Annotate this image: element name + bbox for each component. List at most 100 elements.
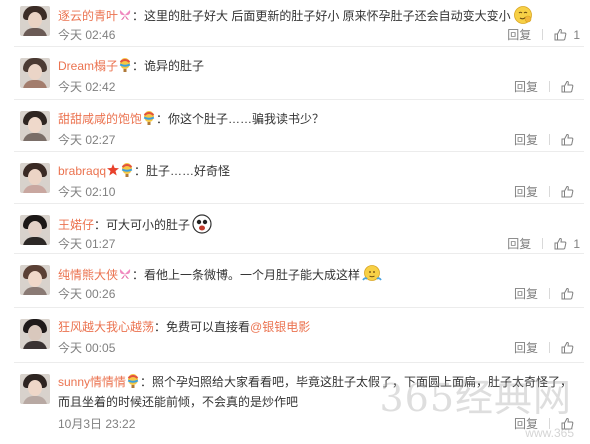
comment-item: brabraqq ：肚子……好奇怪今天 02:10 回复 — [0, 155, 590, 207]
comment-divider — [14, 99, 584, 100]
comment-line: 狂风越大我心越荡：免费可以直接看@银银电影 — [58, 318, 580, 336]
username-link[interactable]: 狂风越大我心越荡 — [58, 320, 154, 334]
comment-timestamp: 今天 00:26 — [58, 287, 116, 301]
like-count: 1 — [573, 237, 580, 251]
reply-button[interactable]: 回复 — [514, 340, 538, 356]
mention-link[interactable]: @银银电影 — [250, 320, 310, 334]
comment-item: 纯情熊大侠 ：看他上一条微博。一个月肚子能大成这样今天 00:26 回复 — [0, 257, 590, 311]
avatar[interactable] — [20, 6, 50, 36]
comment-line: 甜甜咸咸的饱饱 ：你这个肚子……骗我读书少？ — [58, 110, 580, 128]
comment-actions: 回复 — [514, 286, 580, 302]
comment-text: ：照个孕妇照给大家看看吧，毕竟这肚子太假了，下面圆上面扁，肚子太奇怪了， — [140, 375, 573, 389]
reply-button[interactable]: 回复 — [507, 236, 531, 252]
comment-divider — [14, 151, 584, 152]
butterfly-badge — [118, 268, 132, 282]
action-divider — [549, 342, 550, 353]
username-link[interactable]: 王婼仔 — [58, 218, 94, 232]
username-link[interactable]: Dream榻子 — [58, 59, 118, 73]
comment-text-continued: 而且坐着的时候还能前倾，不会真的是炒作吧 — [58, 395, 299, 409]
comment-timestamp: 今天 01:27 — [58, 237, 116, 251]
comment-text: ：这里的肚子好大 后面更新的肚子好小 原来怀孕肚子还会自动变大变小 — [132, 9, 511, 23]
like-button[interactable] — [561, 286, 580, 302]
comment-text: ：看他上一条微博。一个月肚子能大成这样 — [132, 268, 361, 282]
avatar[interactable] — [20, 163, 50, 193]
username-link[interactable]: 纯情熊大侠 — [58, 268, 118, 282]
comment-item: Dream榻子 ：诡异的肚子今天 02:42 回复 — [0, 50, 590, 103]
like-button[interactable]: 1 — [554, 27, 580, 43]
comment-timestamp: 今天 02:42 — [58, 80, 116, 94]
comment-divider — [14, 307, 584, 308]
like-button[interactable] — [561, 132, 580, 148]
reply-button[interactable]: 回复 — [514, 79, 538, 95]
comment-line: Dream榻子 ：诡异的肚子 — [58, 57, 580, 75]
comment-divider — [14, 203, 584, 204]
action-divider — [542, 29, 544, 40]
thumbs-up-icon — [561, 341, 574, 355]
comment-timestamp: 今天 00:05 — [58, 341, 116, 355]
like-button[interactable] — [561, 416, 580, 432]
action-divider — [549, 418, 550, 429]
comment-actions: 回复 — [514, 132, 580, 148]
avatar[interactable] — [20, 265, 50, 295]
comment-text: ：诡异的肚子 — [132, 59, 205, 73]
action-divider — [542, 238, 544, 249]
thumbs-up-icon — [561, 417, 574, 431]
comment-item: sunny情情情 ：照个孕妇照给大家看看吧，毕竟这肚子太假了，下面圆上面扁，肚子太… — [0, 366, 590, 444]
like-button[interactable]: 1 — [554, 236, 580, 252]
action-divider — [549, 186, 550, 197]
reply-button[interactable]: 回复 — [514, 286, 538, 302]
like-button[interactable] — [561, 184, 580, 200]
comment-actions: 回复 — [514, 340, 580, 356]
username-link[interactable]: 逐云的青叶 — [58, 9, 118, 23]
comment-actions: 回复 — [514, 416, 580, 432]
avatar[interactable] — [20, 319, 50, 349]
avatar[interactable] — [20, 111, 50, 141]
reply-button[interactable]: 回复 — [514, 132, 538, 148]
shrug-emoji — [360, 265, 382, 282]
comment-line: 逐云的青叶 ：这里的肚子好大 后面更新的肚子好小 原来怀孕肚子还会自动变大变小 — [58, 5, 580, 25]
comment-divider — [14, 362, 584, 363]
comment-timestamp: 今天 02:46 — [58, 28, 116, 42]
comment-line: 王婼仔：可大可小的肚子 — [58, 214, 580, 234]
thumbs-up-icon — [561, 133, 574, 147]
like-count: 1 — [573, 28, 580, 42]
comment-item: 狂风越大我心越荡：免费可以直接看@银银电影今天 00:05 回复 — [0, 311, 590, 366]
reply-button[interactable]: 回复 — [507, 27, 531, 43]
thumbs-up-icon — [561, 287, 574, 301]
reply-button[interactable]: 回复 — [514, 184, 538, 200]
balloon-badge — [118, 58, 132, 73]
butterfly-badge — [118, 9, 132, 23]
smirk-emoji — [511, 6, 533, 24]
username-link[interactable]: sunny情情情 — [58, 375, 126, 389]
comment-actions: 回复 1 — [507, 236, 580, 252]
username-link[interactable]: brabraqq — [58, 164, 106, 178]
comment-item: 甜甜咸咸的饱饱 ：你这个肚子……骗我读书少？ 今天 02:27 回复 — [0, 103, 590, 155]
comment-text: ：肚子……好奇怪 — [134, 164, 231, 178]
action-divider — [549, 134, 550, 145]
avatar[interactable] — [20, 58, 50, 88]
comment-actions: 回复 — [514, 184, 580, 200]
avatar[interactable] — [20, 215, 50, 245]
star-badge — [106, 164, 120, 178]
comment-divider — [14, 46, 584, 47]
reply-button[interactable]: 回复 — [514, 416, 538, 432]
comment-actions: 回复 — [514, 79, 580, 95]
like-button[interactable] — [561, 79, 580, 95]
avatar[interactable] — [20, 374, 50, 404]
comment-divider — [14, 253, 584, 254]
comment-actions: 回复 1 — [507, 27, 580, 43]
balloon-badge — [120, 163, 134, 178]
action-divider — [549, 288, 550, 299]
comment-item: 逐云的青叶 ：这里的肚子好大 后面更新的肚子好小 原来怀孕肚子还会自动变大变小今天… — [0, 0, 590, 50]
comment-text: ：你这个肚子……骗我读书少？ — [156, 112, 325, 126]
username-link[interactable]: 甜甜咸咸的饱饱 — [58, 112, 142, 126]
comment-timestamp: 今天 02:10 — [58, 185, 116, 199]
thumbs-up-icon — [561, 185, 574, 199]
like-button[interactable] — [561, 340, 580, 356]
thumbs-up-icon — [554, 28, 567, 42]
thumbs-up-icon — [554, 237, 567, 251]
comment-text: ：免费可以直接看 — [154, 320, 251, 334]
comment-line: brabraqq ：肚子……好奇怪 — [58, 162, 580, 180]
comment-timestamp: 今天 02:27 — [58, 133, 116, 147]
balloon-badge — [126, 374, 140, 389]
